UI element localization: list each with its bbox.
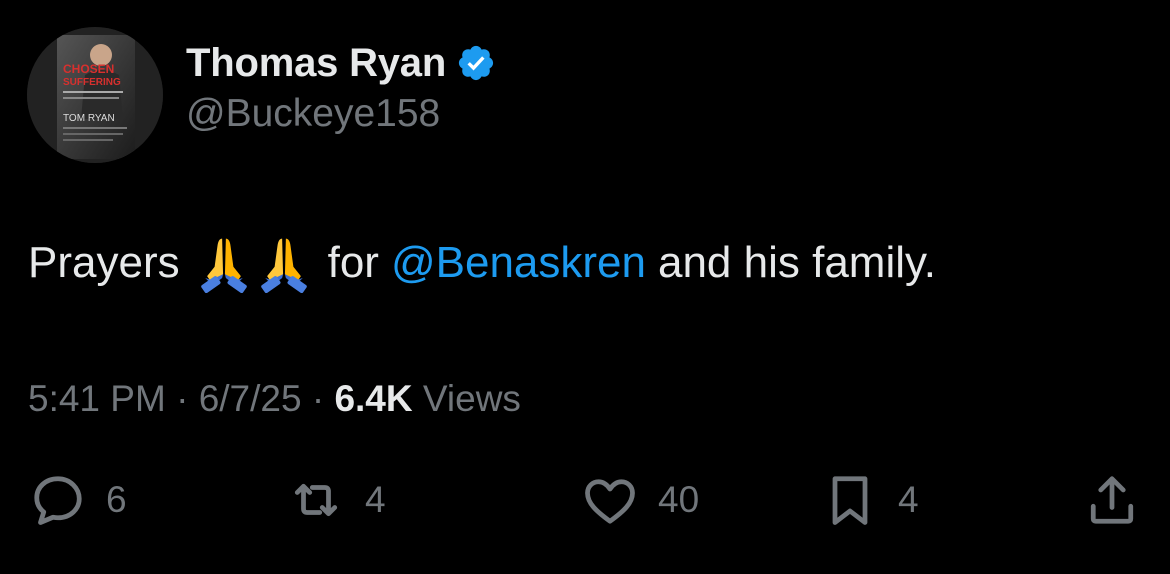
tweet-text-rest: and his family. <box>657 238 936 287</box>
avatar[interactable]: CHOSEN SUFFERING TOM RYAN <box>27 27 163 163</box>
author-name-row[interactable]: Thomas Ryan <box>186 38 496 88</box>
reply-button[interactable]: 6 <box>28 470 127 530</box>
mention-link[interactable]: @Benaskren <box>391 232 646 294</box>
reply-count: 6 <box>106 479 127 520</box>
repost-count: 4 <box>365 479 386 520</box>
bookmark-count: 4 <box>898 479 919 520</box>
bookmark-button[interactable]: 4 <box>820 470 919 530</box>
action-bar: 6 4 40 4 <box>0 470 1170 530</box>
meta-separator: · <box>311 378 335 419</box>
repost-button[interactable]: 4 <box>285 470 386 530</box>
share-button[interactable] <box>1082 470 1142 530</box>
views-label[interactable]: Views <box>423 378 521 419</box>
cover-title-line1: CHOSEN <box>63 62 114 76</box>
verified-badge-icon <box>459 45 494 81</box>
tweet-text: Prayers for @Benaskren and his family. <box>28 232 936 294</box>
tweet-meta: 5:41 PM · 6/7/25 · 6.4K Views <box>28 378 521 420</box>
tweet-date[interactable]: 6/7/25 <box>199 378 302 419</box>
views-count[interactable]: 6.4K <box>334 378 412 419</box>
author-display-name[interactable]: Thomas Ryan <box>186 41 446 86</box>
meta-separator: · <box>176 378 199 419</box>
tweet-text-prayers: Prayers <box>28 238 180 287</box>
author-handle[interactable]: @Buckeye158 <box>186 92 440 136</box>
cover-author: TOM RYAN <box>63 113 115 124</box>
tweet-time[interactable]: 5:41 PM <box>28 378 166 419</box>
folded-hands-icon <box>200 238 247 293</box>
tweet-text-for: for <box>327 238 379 287</box>
share-icon <box>1090 476 1134 524</box>
reply-icon <box>34 476 82 525</box>
bookmark-icon <box>832 476 868 525</box>
like-button[interactable]: 40 <box>580 470 699 530</box>
repost-icon <box>294 483 338 517</box>
book-cover-avatar-icon: CHOSEN SUFFERING TOM RYAN <box>27 27 163 163</box>
like-count: 40 <box>658 479 700 520</box>
heart-icon <box>585 479 635 524</box>
cover-title-line2: SUFFERING <box>63 77 121 88</box>
folded-hands-icon <box>260 238 307 293</box>
